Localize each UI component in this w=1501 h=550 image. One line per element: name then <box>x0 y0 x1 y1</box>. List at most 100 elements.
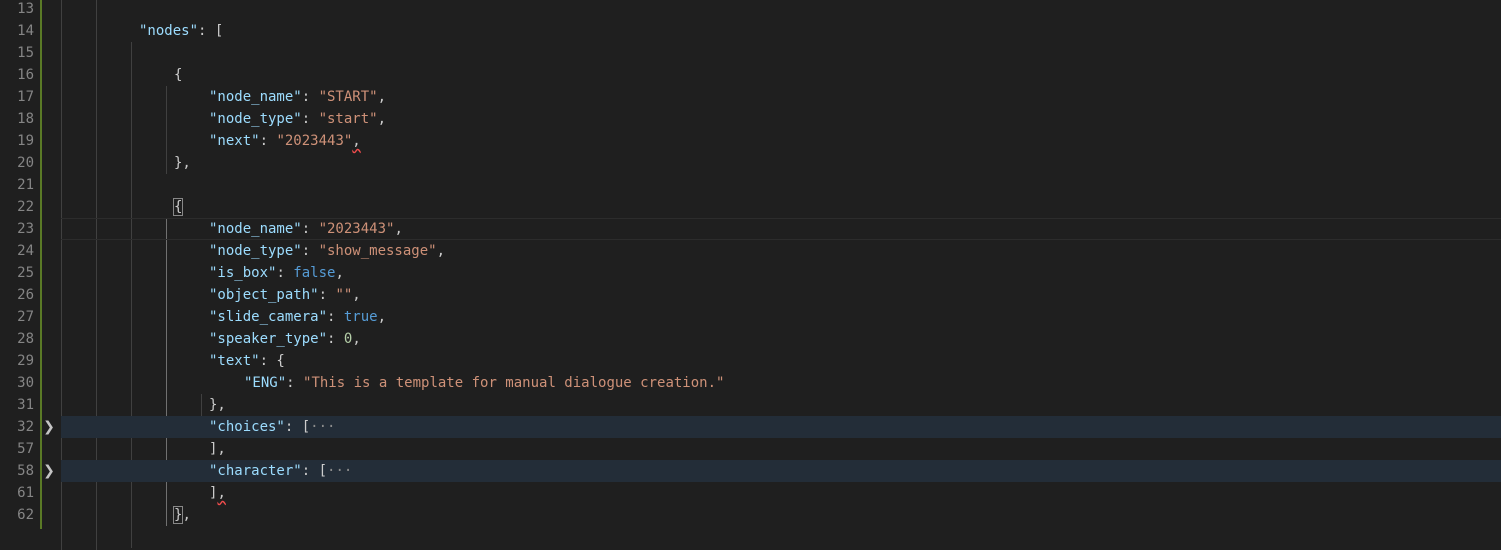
code-token: ··· <box>327 463 353 479</box>
code-text[interactable]: { <box>174 64 182 86</box>
code-token: ], <box>209 441 226 457</box>
code-text[interactable]: "speaker_type": 0, <box>209 328 361 350</box>
line-number: 58 <box>17 463 34 479</box>
code-line[interactable]: 24 "node_type": "show_message", <box>0 240 1501 262</box>
code-text[interactable]: "nodes": [ <box>139 20 223 42</box>
code-line[interactable]: 57], <box>0 438 1501 460</box>
code-token: ··· <box>310 419 336 435</box>
code-token: "" <box>335 287 353 303</box>
code-text[interactable]: "slide_camera": true, <box>209 306 386 328</box>
code-line[interactable]: 19 "next": "2023443", <box>0 130 1501 152</box>
folded-line[interactable]: 32 ❯ "choices": [··· <box>0 416 1501 438</box>
code-text[interactable]: "node_name": "START", <box>209 86 386 108</box>
code-token: "is_box" <box>209 265 277 281</box>
code-token: , <box>377 309 387 325</box>
fold-chevron-icon[interactable]: ❯ <box>43 460 55 482</box>
code-token: "START" <box>318 89 378 105</box>
code-token: "node_type" <box>209 243 302 259</box>
code-line[interactable]: 61], <box>0 482 1501 504</box>
fold-chevron-icon[interactable]: ❯ <box>43 416 55 438</box>
line-background <box>61 196 1501 218</box>
code-token: "nodes" <box>139 23 199 39</box>
folded-line[interactable]: 58 ❯ "character": [··· <box>0 460 1501 482</box>
code-line[interactable]: 18 "node_type": "start", <box>0 108 1501 130</box>
code-line[interactable]: 31}, <box>0 394 1501 416</box>
line-number: 27 <box>17 309 34 325</box>
code-token: , <box>217 485 226 501</box>
code-text[interactable]: "node_type": "start", <box>209 108 386 130</box>
code-line[interactable]: 17 "node_name": "START", <box>0 86 1501 108</box>
code-line[interactable]: 29 "text": { <box>0 350 1501 372</box>
code-token: : [ <box>284 419 311 435</box>
code-token: , <box>436 243 446 259</box>
line-background <box>61 394 1501 416</box>
code-line[interactable]: 62}, <box>0 504 1501 526</box>
code-text[interactable]: ], <box>209 482 226 504</box>
code-token: , <box>377 111 387 127</box>
code-line[interactable]: 21 <box>0 174 1501 196</box>
code-token: "2023443" <box>276 133 353 149</box>
line-number: 18 <box>17 111 34 127</box>
code-text[interactable]: "object_path": "", <box>209 284 361 306</box>
code-token: true <box>343 309 378 325</box>
code-token: { <box>172 198 184 216</box>
code-text[interactable]: }, <box>209 394 226 416</box>
code-text[interactable]: "is_box": false, <box>209 262 344 284</box>
code-token: : <box>301 89 319 105</box>
line-number: 57 <box>17 441 34 457</box>
code-text[interactable]: }, <box>172 504 191 526</box>
line-number: 19 <box>17 133 34 149</box>
code-text[interactable]: ], <box>209 438 226 460</box>
code-token: : <box>327 331 344 347</box>
code-line[interactable]: 20}, <box>0 152 1501 174</box>
code-token: "object_path" <box>209 287 319 303</box>
code-text[interactable]: }, <box>174 152 191 174</box>
code-token: : <box>259 133 277 149</box>
line-background <box>61 20 1501 42</box>
code-line[interactable]: 15 <box>0 42 1501 64</box>
code-token: , <box>352 287 361 303</box>
line-background <box>61 64 1501 86</box>
code-text[interactable]: "node_name": "2023443", <box>209 218 403 240</box>
code-text[interactable]: "choices": [··· <box>209 416 335 438</box>
code-token: "slide_camera" <box>209 309 328 325</box>
line-number: 28 <box>17 331 34 347</box>
code-editor[interactable]: 13 14 "nodes": [15 16{17 "node_name": "START… <box>0 0 1501 550</box>
code-token: : <box>301 243 319 259</box>
code-text[interactable]: "node_type": "show_message", <box>209 240 445 262</box>
code-token: "node_name" <box>209 221 302 237</box>
code-text[interactable]: "ENG": "This is a template for manual di… <box>244 372 724 394</box>
line-background <box>61 152 1501 174</box>
code-line[interactable]: 23 "node_name": "2023443", <box>0 218 1501 240</box>
code-line[interactable]: 14 "nodes": [ <box>0 20 1501 42</box>
line-background <box>61 504 1501 526</box>
code-token: : <box>318 287 336 303</box>
line-number: 26 <box>17 287 34 303</box>
code-token: , <box>394 221 403 237</box>
code-line[interactable]: 16 { <box>0 64 1501 86</box>
code-line[interactable]: 30 "ENG": "This is a template for manual … <box>0 372 1501 394</box>
code-text[interactable]: { <box>172 196 184 218</box>
line-background <box>61 438 1501 460</box>
code-text[interactable]: "text": { <box>209 350 285 372</box>
code-text[interactable]: "next": "2023443", <box>209 130 361 152</box>
code-token: "speaker_type" <box>209 331 328 347</box>
line-number: 24 <box>17 243 34 259</box>
line-number: 32 <box>17 419 34 435</box>
code-line[interactable]: 26 "object_path": "", <box>0 284 1501 306</box>
line-number: 17 <box>17 89 34 105</box>
line-number: 23 <box>17 221 34 237</box>
code-token: false <box>293 265 336 281</box>
code-line[interactable]: 27 "slide_camera": true, <box>0 306 1501 328</box>
code-line[interactable]: 25 "is_box": false, <box>0 262 1501 284</box>
line-number: 13 <box>17 1 34 17</box>
code-token: { <box>174 67 183 83</box>
code-token: : <box>276 265 294 281</box>
code-line[interactable]: 28 "speaker_type": 0, <box>0 328 1501 350</box>
code-text[interactable]: "character": [··· <box>209 460 352 482</box>
line-number: 16 <box>17 67 34 83</box>
code-line[interactable]: 22 { <box>0 196 1501 218</box>
line-background <box>61 174 1501 196</box>
line-number: 14 <box>17 23 34 39</box>
code-line[interactable]: 13 <box>0 0 1501 20</box>
